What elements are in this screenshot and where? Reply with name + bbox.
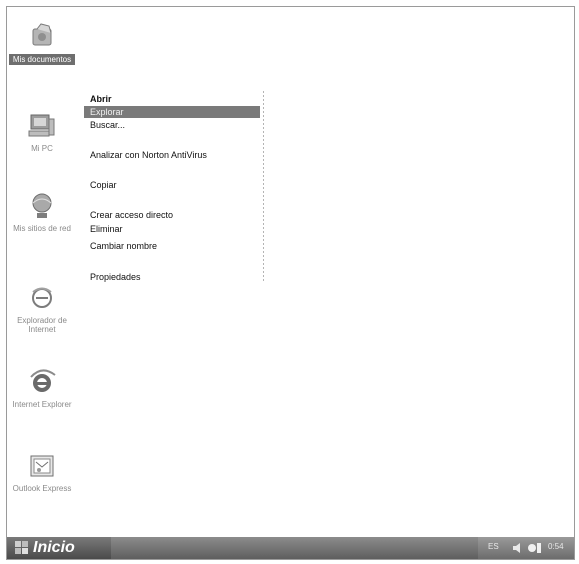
- desktop-icon-label: Mis sitios de red: [13, 224, 71, 233]
- menu-item-properties[interactable]: Propiedades: [84, 271, 260, 283]
- desktop[interactable]: Mis documentos Mi PC Mis sitios de red E…: [7, 7, 574, 517]
- system-tray: ES 0:54: [478, 537, 574, 559]
- menu-item-copy[interactable]: Copiar: [84, 179, 260, 191]
- desktop-icon-label: Mi PC: [31, 144, 53, 153]
- desktop-icon-label: Mis documentos: [9, 54, 75, 65]
- desktop-icon-my-computer[interactable]: Mi PC: [9, 111, 75, 153]
- network-places-icon: [32, 193, 52, 218]
- desktop-icon-explorer[interactable]: Explorador de Internet: [9, 283, 75, 334]
- menu-item-explore[interactable]: Explorar: [84, 106, 260, 118]
- start-button[interactable]: Inicio: [7, 537, 111, 559]
- menu-item-open[interactable]: Abrir: [84, 93, 260, 105]
- desktop-icon-label: Internet Explorer: [12, 400, 72, 409]
- ie-browser-icon: [30, 369, 56, 392]
- desktop-icon-my-documents[interactable]: Mis documentos: [9, 21, 75, 65]
- desktop-icon-ie[interactable]: Internet Explorer: [9, 367, 75, 409]
- internet-explorer-icon: [32, 287, 52, 308]
- menu-edge-divider: [263, 91, 264, 281]
- norton-tray-icon[interactable]: [528, 542, 542, 554]
- menu-item-rename[interactable]: Cambiar nombre: [84, 240, 260, 252]
- desktop-icon-label: Outlook Express: [12, 484, 72, 493]
- speaker-icon[interactable]: [512, 542, 524, 554]
- my-computer-icon: [28, 114, 55, 137]
- windows-logo-icon: [15, 541, 28, 554]
- outlook-express-icon: [30, 455, 54, 477]
- menu-item-search[interactable]: Buscar...: [84, 119, 260, 131]
- taskbar: Inicio ES 0:54: [7, 537, 574, 559]
- language-indicator[interactable]: ES: [488, 542, 499, 551]
- start-label: Inicio: [33, 539, 75, 556]
- my-documents-icon: [32, 23, 52, 46]
- screen-frame: Mis documentos Mi PC Mis sitios de red E…: [6, 6, 575, 560]
- desktop-icon-outlook[interactable]: Outlook Express: [9, 451, 75, 493]
- clock[interactable]: 0:54: [548, 542, 564, 551]
- desktop-icon-network-places[interactable]: Mis sitios de red: [9, 191, 75, 233]
- menu-item-delete[interactable]: Eliminar: [84, 223, 260, 235]
- desktop-icon-label: Explorador de Internet: [17, 316, 67, 334]
- menu-item-create-shortcut[interactable]: Crear acceso directo: [84, 209, 260, 221]
- menu-item-norton-scan[interactable]: Analizar con Norton AntiVirus: [84, 149, 260, 161]
- context-menu: Abrir Explorar Buscar... Analizar con No…: [84, 87, 266, 283]
